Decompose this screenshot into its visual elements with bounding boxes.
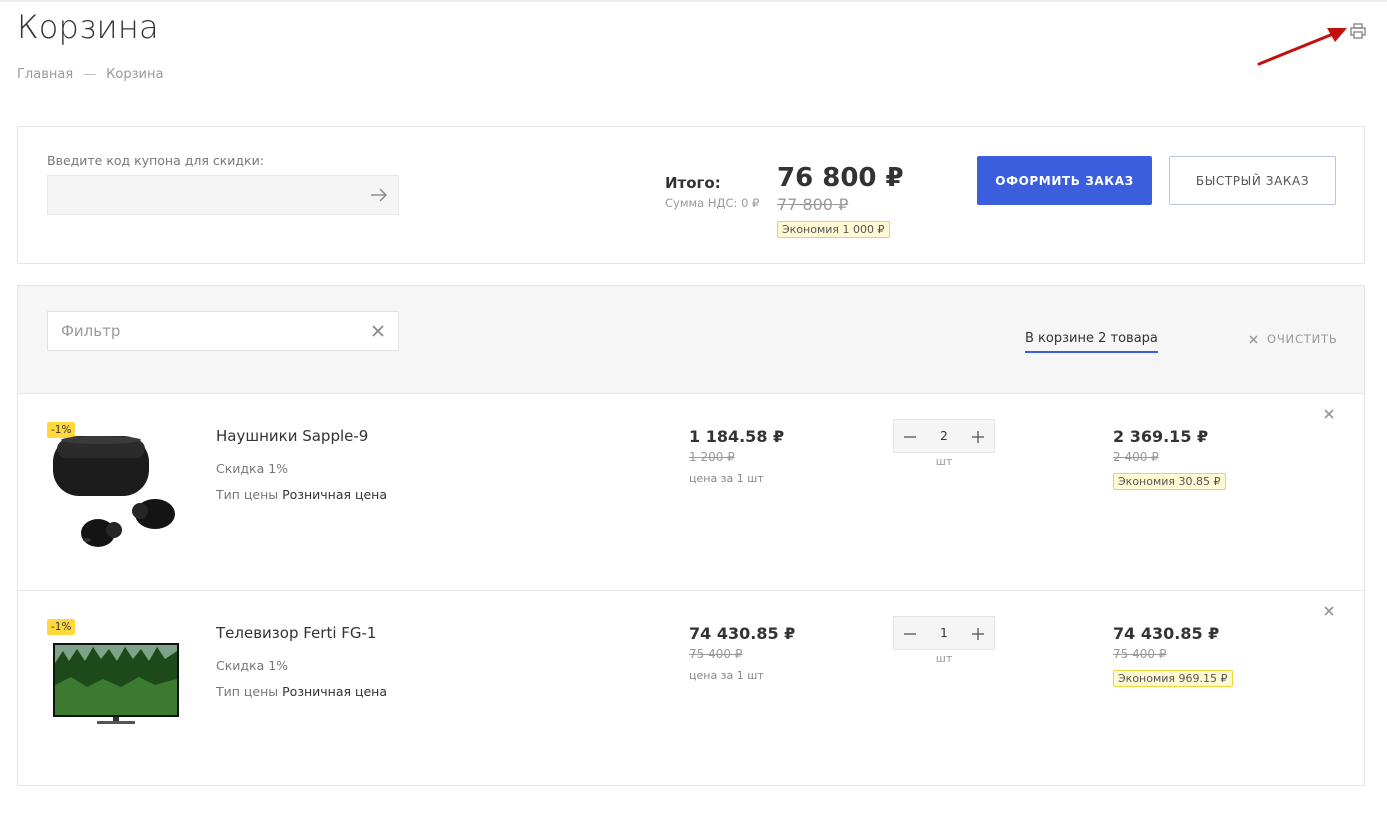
quantity-stepper: 2 bbox=[893, 419, 995, 453]
total-label: Итого: bbox=[665, 174, 721, 192]
clear-cart-label: ОЧИСТИТЬ bbox=[1267, 332, 1338, 346]
price-type: Тип цены Розничная цена bbox=[216, 684, 387, 699]
plus-icon[interactable] bbox=[971, 430, 985, 444]
cart-item: -1% Наушники Sapple-9 Скидка 1% Тип цены… bbox=[18, 394, 1364, 590]
annotation-arrow bbox=[1257, 28, 1347, 66]
price-type-label: Тип цены bbox=[216, 487, 279, 502]
breadcrumb-home-link[interactable]: Главная bbox=[17, 67, 73, 82]
filter-input[interactable]: Фильтр bbox=[47, 311, 399, 351]
product-name-link[interactable]: Телевизор Ferti FG-1 bbox=[216, 624, 376, 642]
arrow-right-icon[interactable] bbox=[370, 187, 388, 203]
item-total-price: 74 430.85 ₽ bbox=[1113, 624, 1220, 643]
breadcrumb-separator: — bbox=[83, 67, 97, 82]
plus-icon[interactable] bbox=[971, 627, 985, 641]
filter-placeholder: Фильтр bbox=[61, 322, 121, 340]
clear-cart-button[interactable]: ОЧИСТИТЬ bbox=[1249, 332, 1338, 346]
total-price: 76 800 ₽ bbox=[777, 163, 904, 193]
remove-item-icon[interactable] bbox=[1324, 409, 1334, 419]
price-type: Тип цены Розничная цена bbox=[216, 487, 387, 502]
breadcrumb: Главная — Корзина bbox=[17, 67, 163, 82]
tv-image[interactable] bbox=[51, 625, 181, 750]
print-icon[interactable] bbox=[1349, 22, 1367, 40]
quantity-unit: шт bbox=[935, 455, 953, 468]
price-note: цена за 1 шт bbox=[689, 669, 764, 682]
item-economy-badge: Экономия 30.85 ₽ bbox=[1113, 473, 1226, 490]
item-total-old-price: 75 400 ₽ bbox=[1113, 647, 1167, 661]
unit-old-price: 75 400 ₽ bbox=[689, 647, 743, 661]
headphones-image[interactable] bbox=[51, 428, 181, 553]
top-divider bbox=[0, 0, 1387, 2]
item-total-old-price: 2 400 ₽ bbox=[1113, 450, 1159, 464]
item-discount: Скидка 1% bbox=[216, 461, 289, 476]
item-economy-badge: Экономия 969.15 ₽ bbox=[1113, 670, 1233, 687]
price-note: цена за 1 шт bbox=[689, 472, 764, 485]
product-name-link[interactable]: Наушники Sapple-9 bbox=[216, 427, 368, 445]
total-old-price: 77 800 ₽ bbox=[777, 195, 849, 214]
unit-price: 1 184.58 ₽ bbox=[689, 427, 785, 446]
price-type-label: Тип цены bbox=[216, 684, 279, 699]
quick-order-button[interactable]: БЫСТРЫЙ ЗАКАЗ bbox=[1169, 156, 1336, 205]
checkout-button[interactable]: ОФОРМИТЬ ЗАКАЗ bbox=[977, 156, 1152, 205]
item-discount: Скидка 1% bbox=[216, 658, 289, 673]
cart-panel: Фильтр В корзине 2 товара ОЧИСТИТЬ -1% Н… bbox=[17, 285, 1365, 786]
coupon-label: Введите код купона для скидки: bbox=[47, 153, 264, 168]
coupon-input[interactable] bbox=[47, 175, 399, 215]
unit-old-price: 1 200 ₽ bbox=[689, 450, 735, 464]
total-economy-badge: Экономия 1 000 ₽ bbox=[777, 221, 890, 238]
price-type-value: Розничная цена bbox=[282, 684, 388, 699]
cart-item: -1% Телевизор Ferti FG-1 Скидка 1% Тип ц… bbox=[18, 590, 1364, 786]
breadcrumb-current: Корзина bbox=[106, 67, 164, 82]
quantity-unit: шт bbox=[935, 652, 953, 665]
close-icon bbox=[1249, 334, 1258, 344]
cart-count-tab[interactable]: В корзине 2 товара bbox=[1025, 331, 1158, 353]
vat-amount: Сумма НДС: 0 ₽ bbox=[665, 196, 760, 210]
quantity-stepper: 1 bbox=[893, 616, 995, 650]
item-total-price: 2 369.15 ₽ bbox=[1113, 427, 1209, 446]
unit-price: 74 430.85 ₽ bbox=[689, 624, 796, 643]
order-summary-panel: Введите код купона для скидки: Итого: Су… bbox=[17, 126, 1365, 264]
close-icon[interactable] bbox=[371, 324, 385, 338]
price-type-value: Розничная цена bbox=[282, 487, 388, 502]
page-title: Корзина bbox=[17, 8, 159, 46]
cart-toolbar: Фильтр В корзине 2 товара ОЧИСТИТЬ bbox=[18, 286, 1364, 394]
remove-item-icon[interactable] bbox=[1324, 606, 1334, 616]
